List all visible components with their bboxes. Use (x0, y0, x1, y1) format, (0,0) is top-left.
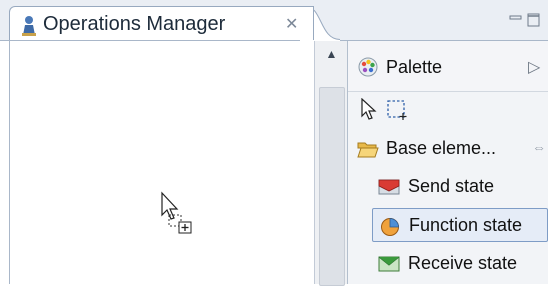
palette-entry-receive-state[interactable]: Receive state (372, 247, 548, 281)
maximize-icon[interactable] (527, 13, 541, 27)
receive-state-icon (378, 256, 400, 272)
tab-title: Operations Manager (43, 13, 226, 35)
folder-open-icon (357, 142, 379, 158)
function-state-icon (381, 218, 399, 236)
tab-operations-manager[interactable]: Operations Manager ✕ (9, 6, 314, 40)
close-icon[interactable]: ✕ (285, 14, 298, 34)
palette-entry-send-state[interactable]: Send state (372, 170, 548, 204)
pin-drawer-icon[interactable]: ⇔ (532, 139, 546, 155)
scroll-thumb[interactable] (319, 87, 345, 286)
entry-label: Function state (409, 215, 523, 235)
scroll-up-arrow-icon[interactable]: ▲ (315, 41, 348, 69)
palette-header[interactable]: Palette ▷ (348, 41, 548, 92)
vertical-scrollbar[interactable]: ▲ (314, 41, 348, 286)
select-arrow-icon[interactable] (360, 98, 378, 120)
diagram-canvas[interactable] (9, 41, 315, 284)
person-icon (22, 16, 36, 36)
drawer-label: Base eleme... (386, 138, 497, 158)
entry-label: Receive state (408, 253, 518, 273)
minimize-icon[interactable] (509, 13, 523, 27)
collapse-palette-icon[interactable]: ▷ (528, 57, 540, 77)
palette-icon (358, 57, 378, 77)
palette-title: Palette (386, 57, 443, 77)
palette-panel: Palette ▷ Base eleme... ⇔ Send state Fun… (348, 41, 548, 284)
palette-tools (348, 91, 548, 127)
palette-entry-function-state[interactable]: Function state (372, 208, 548, 242)
drawer-base-elements[interactable]: Base eleme... ⇔ (348, 129, 548, 169)
editor-tab-bar: Operations Manager ✕ (0, 0, 548, 41)
create-element-cursor-icon (161, 191, 192, 234)
entry-label: Send state (408, 176, 495, 196)
send-state-icon (378, 179, 400, 195)
marquee-select-icon[interactable] (386, 99, 408, 121)
